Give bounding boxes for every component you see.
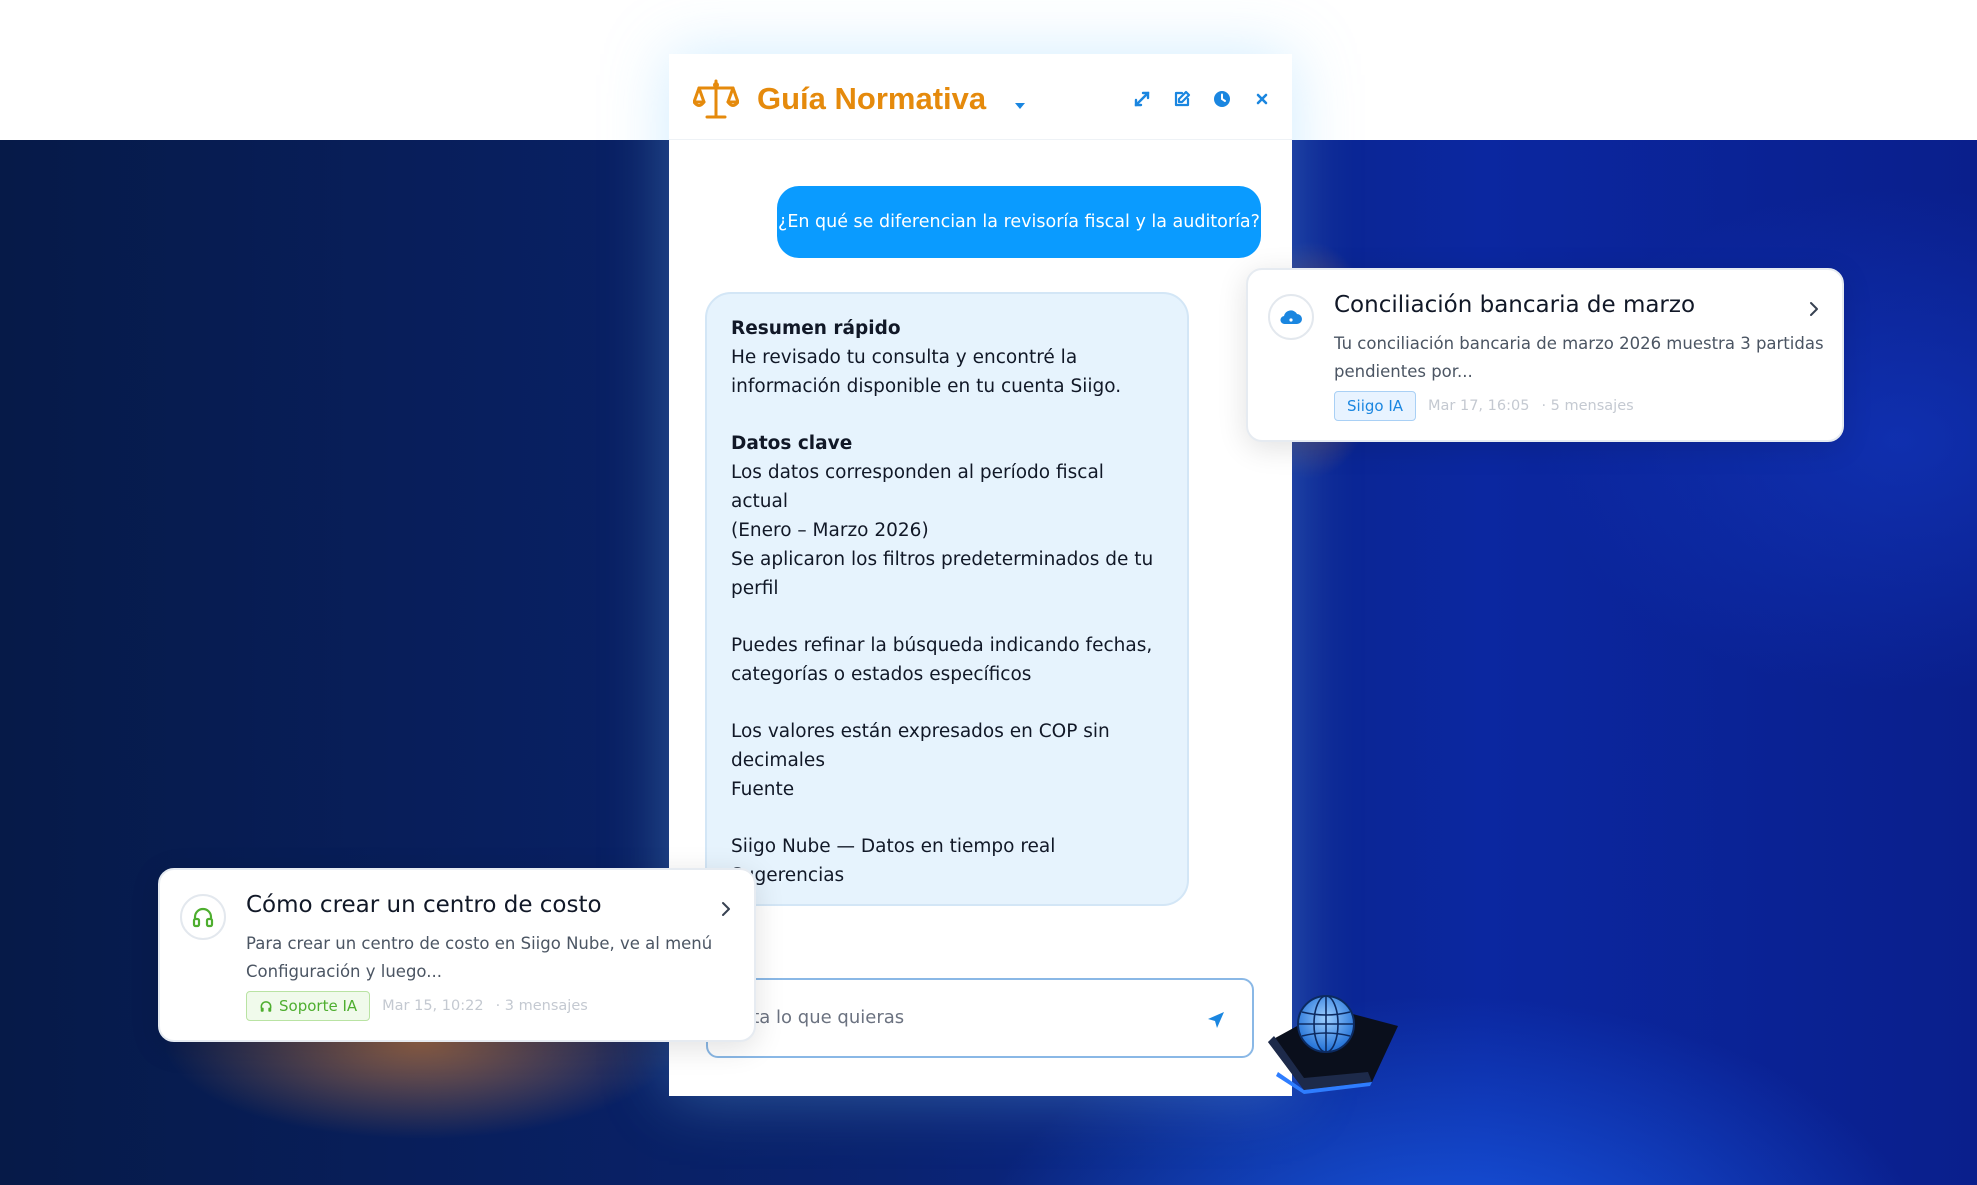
send-icon[interactable] (1206, 1010, 1226, 1030)
card-tag: Siigo IA (1334, 391, 1417, 421)
expand-icon[interactable] (1133, 90, 1151, 108)
chat-header: Guía Normativa (669, 54, 1292, 140)
card-title: Conciliación bancaria de marzo (1334, 292, 1696, 318)
card-tag: Soporte IA (246, 991, 371, 1021)
close-icon[interactable] (1253, 90, 1271, 108)
card-message-count: · 3 mensajes (495, 998, 588, 1014)
bot-line: He revisado tu consulta y encontré la (731, 347, 1078, 368)
bot-line: Siigo Nube — Datos en tiempo real (731, 836, 1056, 857)
card-tag-label: Soporte IA (279, 997, 358, 1015)
user-message: ¿En qué se diferencian la revisoría fisc… (777, 186, 1261, 258)
chat-input-placeholder: gunta lo que quieras (718, 1007, 905, 1028)
card-description: Para crear un centro de costo en Siigo N… (246, 934, 713, 981)
card-icon-holder (1268, 294, 1314, 340)
bot-line: Sugerencias (731, 865, 845, 886)
bot-line: información disponible en tu cuenta Siig… (731, 376, 1122, 397)
bot-heading: Resumen rápido (731, 318, 901, 339)
bot-line: Se aplicaron los filtros predeterminados… (731, 549, 1154, 570)
chat-input[interactable]: gunta lo que quieras (706, 978, 1254, 1058)
bot-message: Resumen rápido He revisado tu consulta y… (705, 292, 1189, 906)
clock-icon[interactable] (1213, 90, 1231, 108)
card-description: Tu conciliación bancaria de marzo 2026 m… (1334, 334, 1824, 381)
bot-line: Fuente (731, 779, 795, 800)
card-date: Mar 17, 16:05 (1428, 398, 1530, 414)
headphones-icon (192, 907, 214, 928)
scale-icon (692, 78, 740, 120)
bot-line: categorías o estados específicos (731, 664, 1032, 685)
card-meta: Siigo IA Mar 17, 16:05 · 5 mensajes (1334, 390, 1634, 422)
bot-line: perfil (731, 578, 779, 599)
card-title: Cómo crear un centro de costo (246, 892, 602, 918)
card-tag-label: Siigo IA (1347, 397, 1404, 415)
bot-line: Los datos corresponden al período fiscal… (731, 462, 1104, 512)
bot-line: (Enero – Marzo 2026) (731, 520, 929, 541)
chat-panel: Guía Normativa ¿En qué se diferencian la… (669, 54, 1292, 1096)
bot-line: decimales (731, 750, 825, 771)
caret-down-icon[interactable] (1013, 96, 1027, 109)
conversation-card[interactable]: Cómo crear un centro de costo Para crear… (158, 868, 756, 1042)
chat-title: Guía Normativa (757, 81, 987, 116)
edit-icon[interactable] (1173, 90, 1191, 108)
card-icon-holder (180, 894, 226, 940)
conversation-card[interactable]: Conciliación bancaria de marzo Tu concil… (1246, 268, 1844, 442)
bot-heading: Datos clave (731, 433, 853, 454)
headphones-icon (260, 1000, 272, 1012)
bot-line: Puedes refinar la búsqueda indicando fec… (731, 635, 1153, 656)
bot-line: Los valores están expresados en COP sin (731, 721, 1110, 742)
card-meta: Soporte IA Mar 15, 10:22 · 3 mensajes (246, 990, 588, 1022)
card-message-count: · 5 mensajes (1541, 398, 1634, 414)
cloud-icon (1280, 310, 1302, 325)
globe-icon (1260, 986, 1406, 1096)
chevron-right-icon[interactable] (720, 900, 732, 918)
chevron-right-icon[interactable] (1808, 300, 1820, 318)
card-date: Mar 15, 10:22 (382, 998, 484, 1014)
